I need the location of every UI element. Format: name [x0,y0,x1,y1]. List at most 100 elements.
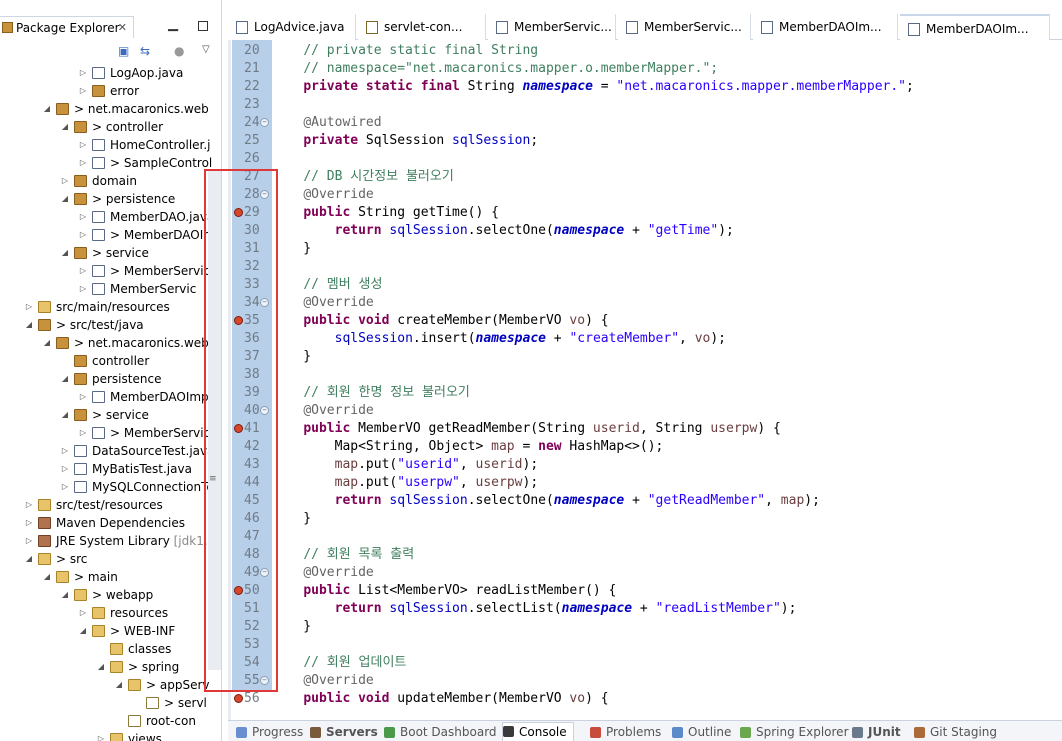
tree-item[interactable]: ◢ > main [0,568,221,586]
bottom-tab[interactable]: Boot Dashboard [384,724,497,740]
expanded-toggle-icon[interactable]: ◢ [114,676,124,694]
view-menu-icon[interactable]: ▽ [202,44,210,55]
tree-item[interactable]: ▷ resources [0,604,221,622]
collapsed-toggle-icon[interactable]: ▷ [24,496,34,514]
tree-item[interactable]: ◢ > WEB-INF [0,622,221,640]
tree-item[interactable]: ▷ MemberDAO.java [0,208,221,226]
tree-item[interactable]: ▷ HomeController.j [0,136,221,154]
fold-toggle-icon[interactable]: − [260,298,269,307]
tree-item[interactable]: ◢ > service [0,244,221,262]
code-line[interactable]: } [272,510,311,528]
override-marker-icon[interactable] [234,208,243,217]
tree-item[interactable]: ◢ persistence [0,370,221,388]
code-line[interactable]: Map<String, Object> map = new HashMap<>(… [272,438,664,456]
code-line[interactable]: @Autowired [272,114,381,132]
code-line[interactable]: public void updateMember(MemberVO vo) { [272,690,608,708]
tree-item[interactable]: ◢ > webapp [0,586,221,604]
tree-item[interactable]: ▷ error [0,82,221,100]
fold-toggle-icon[interactable]: − [260,676,269,685]
collapsed-toggle-icon[interactable]: ▷ [78,280,88,298]
tree-item[interactable]: ▷ views [0,730,221,741]
expanded-toggle-icon[interactable]: ◢ [42,334,52,352]
tree-item[interactable]: ◢ > persistence [0,190,221,208]
override-marker-icon[interactable] [234,586,243,595]
editor-tab[interactable]: LogAdvice.java [228,14,356,40]
code-line[interactable]: public String getTime() { [272,204,499,222]
editor-tab[interactable]: MemberDAOIm... [900,14,1050,40]
tree-item[interactable]: ▷ MyBatisTest.java [0,460,221,478]
collapsed-toggle-icon[interactable]: ▷ [78,64,88,82]
bottom-tab[interactable]: Outline [672,724,731,740]
collapsed-toggle-icon[interactable]: ▷ [24,298,34,316]
editor-tab[interactable]: MemberServic... [618,14,751,40]
collapsed-toggle-icon[interactable]: ▷ [78,154,88,172]
code-line[interactable]: // 회원 한명 정보 불러오기 [272,384,470,402]
code-line[interactable]: @Override [272,402,373,420]
expanded-toggle-icon[interactable]: ◢ [96,658,106,676]
code-line[interactable]: @Override [272,186,373,204]
editor-tab[interactable]: servlet-con... [358,14,486,40]
tree-item[interactable]: ◢ > appServ [0,676,221,694]
code-line[interactable]: public void createMember(MemberVO vo) { [272,312,608,330]
bottom-tab[interactable]: Servers [310,724,378,740]
code-line[interactable]: public List<MemberVO> readListMember() { [272,582,616,600]
code-line[interactable]: private static final String namespace = … [272,78,914,96]
code-line[interactable]: map.put("userpw", userpw); [272,474,539,492]
expanded-toggle-icon[interactable]: ◢ [60,370,70,388]
tree-item[interactable]: ◢ > net.macaronics.web [0,100,221,118]
collapsed-toggle-icon[interactable]: ▷ [60,442,70,460]
expanded-toggle-icon[interactable]: ◢ [24,550,34,568]
collapsed-toggle-icon[interactable]: ▷ [78,262,88,280]
fold-toggle-icon[interactable]: − [260,568,269,577]
code-line[interactable]: @Override [272,564,373,582]
override-marker-icon[interactable] [234,316,243,325]
collapsed-toggle-icon[interactable]: ▷ [60,460,70,478]
focus-icon[interactable]: ● [174,44,184,58]
override-marker-icon[interactable] [234,424,243,433]
tree-item[interactable]: ▷ Maven Dependencies [0,514,221,532]
code-line[interactable]: // DB 시간정보 불러오기 [272,168,453,186]
collapsed-toggle-icon[interactable]: ▷ [60,478,70,496]
code-line[interactable]: // 회원 업데이트 [272,654,406,672]
tree-item[interactable]: ▷ MemberDAOImp [0,388,221,406]
code-line[interactable]: return sqlSession.selectOne(namespace + … [272,222,734,240]
code-line[interactable]: } [272,240,311,258]
tree-item[interactable]: controller [0,352,221,370]
maximize-icon[interactable] [198,21,208,31]
collapsed-toggle-icon[interactable]: ▷ [78,226,88,244]
package-explorer-tab[interactable]: Package Explorer ✕ [0,16,134,38]
tree-item[interactable]: ◢ > spring [0,658,221,676]
code-line[interactable]: return sqlSession.selectList(namespace +… [272,600,797,618]
tree-item[interactable]: ◢ > controller [0,118,221,136]
tree-item[interactable]: root-con [0,712,221,730]
code-line[interactable]: // 회원 목록 출력 [272,546,414,564]
bottom-tab[interactable]: Console [502,722,574,741]
expanded-toggle-icon[interactable]: ◢ [60,118,70,136]
collapsed-toggle-icon[interactable]: ▷ [24,532,34,550]
tree-item[interactable]: > servl [0,694,221,712]
link-with-editor-icon[interactable]: ⇆ [140,44,150,58]
code-line[interactable]: // 멤버 생성 [272,276,382,294]
collapsed-toggle-icon[interactable]: ▷ [78,136,88,154]
editor-tab[interactable]: MemberServic... [488,14,616,40]
code-line[interactable]: @Override [272,294,373,312]
tree-item[interactable]: ▷ > MemberServic [0,424,221,442]
collapsed-toggle-icon[interactable]: ▷ [78,208,88,226]
tree-item[interactable]: ▷ src/test/resources [0,496,221,514]
code-line[interactable]: return sqlSession.selectOne(namespace + … [272,492,820,510]
code-line[interactable]: private SqlSession sqlSession; [272,132,538,150]
expanded-toggle-icon[interactable]: ◢ [60,190,70,208]
collapsed-toggle-icon[interactable]: ▷ [78,604,88,622]
tree-item[interactable]: ◢ > src [0,550,221,568]
bottom-tab[interactable]: Progress [236,724,303,740]
editor-tab[interactable]: MemberDAOIm... [753,14,898,40]
tree-item[interactable]: ▷ > MemberDAOIm [0,226,221,244]
fold-toggle-icon[interactable]: − [260,406,269,415]
code-line[interactable]: @Override [272,672,373,690]
collapsed-toggle-icon[interactable]: ▷ [24,514,34,532]
fold-toggle-icon[interactable]: − [260,118,269,127]
code-line[interactable]: public MemberVO getReadMember(String use… [272,420,780,438]
expanded-toggle-icon[interactable]: ◢ [60,406,70,424]
sash-handle-icon[interactable]: ≡ [209,474,217,484]
tree-item[interactable]: ▷ src/main/resources [0,298,221,316]
